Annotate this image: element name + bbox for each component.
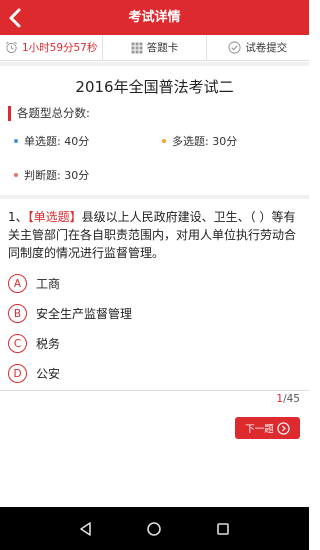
square-recents-icon xyxy=(217,523,229,535)
submit-label: 试卷提交 xyxy=(245,42,288,54)
score-summary-heading: 各题型总分数: xyxy=(8,106,90,121)
answer-card-button[interactable]: 答题卡 xyxy=(103,35,207,60)
system-nav-bar xyxy=(0,507,309,550)
check-circle-icon xyxy=(228,41,241,54)
option-letter: B xyxy=(8,304,27,323)
bullet-dot xyxy=(14,173,18,177)
option-letter: C xyxy=(8,334,27,353)
option-text: 公安 xyxy=(36,367,61,381)
bullet-dot xyxy=(162,139,166,143)
option-a[interactable]: A 工商 xyxy=(8,274,60,293)
timer-text: 1小时59分57秒 xyxy=(21,42,98,54)
bullet-dot xyxy=(14,139,18,143)
nav-recents-button[interactable] xyxy=(213,519,233,539)
app-header: 考试详情 xyxy=(0,0,309,35)
answer-card-label: 答题卡 xyxy=(146,42,179,54)
score-item-label: 判断题: 30分 xyxy=(24,169,90,182)
circle-home-icon xyxy=(147,522,161,536)
question-stem: 1、【单选题】县级以上人民政府建设、卫生、（ ）等有关主管部门在各自职责范围内，… xyxy=(8,208,304,262)
score-item-label: 多选题: 30分 xyxy=(172,135,238,148)
nav-back-button[interactable] xyxy=(76,519,96,539)
question-number: 1、 xyxy=(8,210,28,224)
page-indicator: 1/45 xyxy=(276,393,300,405)
divider xyxy=(0,62,309,66)
next-question-button[interactable]: 下一题 xyxy=(235,417,300,439)
question-type-tag: 【单选题】 xyxy=(27,210,82,224)
option-letter: A xyxy=(8,274,27,293)
triangle-back-icon xyxy=(80,522,91,536)
score-item-label: 单选题: 40分 xyxy=(24,135,90,148)
exam-toolbar: 1小时59分57秒 答题卡 试卷提交 xyxy=(0,35,309,61)
option-d[interactable]: D 公安 xyxy=(8,364,60,383)
option-text: 工商 xyxy=(36,277,61,291)
option-letter: D xyxy=(8,364,27,383)
chevron-right-circle-icon xyxy=(277,421,290,435)
countdown-timer: 1小时59分57秒 xyxy=(0,35,104,60)
score-item-multiple: 多选题: 30分 xyxy=(162,133,237,149)
exam-title: 2016年全国普法考试二 xyxy=(75,78,234,96)
option-text: 安全生产监督管理 xyxy=(36,307,133,321)
option-c[interactable]: C 税务 xyxy=(8,334,60,353)
score-item-truefalse: 判断题: 30分 xyxy=(14,167,89,183)
grid-icon xyxy=(131,42,143,53)
divider xyxy=(0,390,309,391)
divider xyxy=(0,195,309,199)
alarm-clock-icon xyxy=(6,41,17,54)
total-pages: /45 xyxy=(283,393,300,405)
nav-home-button[interactable] xyxy=(144,519,164,539)
next-label: 下一题 xyxy=(245,424,274,435)
submit-exam-button[interactable]: 试卷提交 xyxy=(207,35,309,60)
option-b[interactable]: B 安全生产监督管理 xyxy=(8,304,132,323)
page-title: 考试详情 xyxy=(128,10,181,25)
option-text: 税务 xyxy=(36,337,61,351)
score-item-single: 单选题: 40分 xyxy=(14,133,89,149)
